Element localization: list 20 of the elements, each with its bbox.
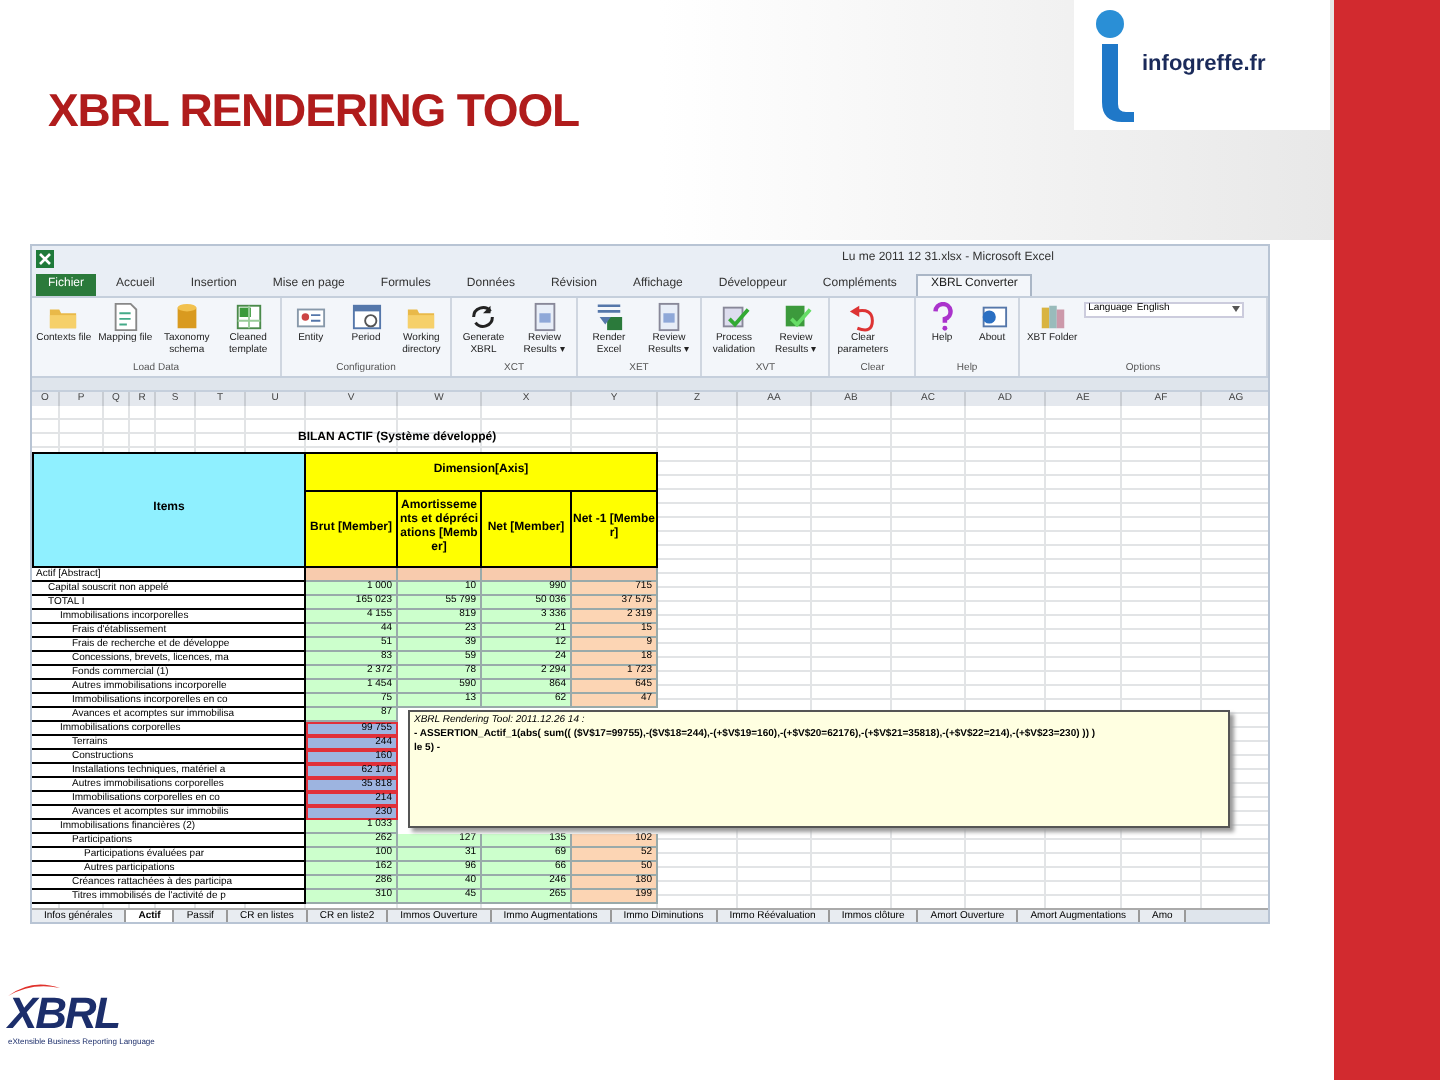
logo-text: infogreffe.fr (1142, 50, 1266, 81)
refresh-icon (468, 301, 499, 332)
slide-title: XBRL RENDERING TOOL (48, 82, 580, 140)
info-icon (977, 301, 1008, 332)
logo-mark-icon (1090, 7, 1138, 123)
spreadsheet-icon (594, 301, 624, 332)
check-icon (719, 301, 749, 332)
swoosh-icon (8, 982, 60, 998)
document-icon (110, 301, 141, 332)
xbrl-logo-text: XBRL (8, 992, 121, 1036)
books-icon (1037, 301, 1068, 332)
curved-arrow-icon (847, 301, 878, 332)
check-icon (781, 301, 811, 332)
calendar-icon (351, 301, 381, 332)
report-icon (654, 301, 684, 332)
excel-icon[interactable] (36, 249, 54, 268)
report-icon (529, 301, 560, 332)
spreadsheet-icon (233, 301, 264, 332)
help-icon (927, 301, 958, 332)
caret-icon (1232, 306, 1241, 313)
